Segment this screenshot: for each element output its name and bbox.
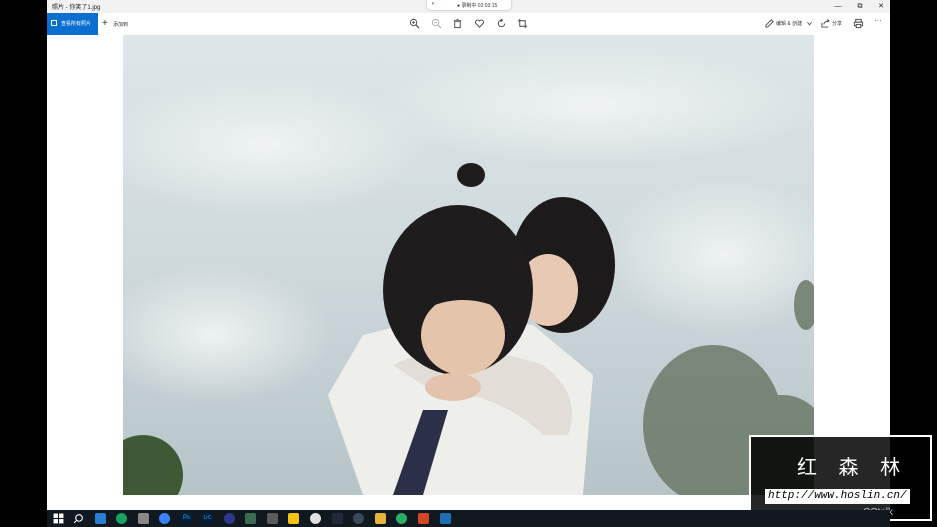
title-bar: 照片 - 你笑了1.jpg ◖ ● 录制中 02:03:15 — ⧉ ✕ — [47, 0, 890, 13]
taskbar: Ps LrC — [47, 510, 890, 527]
lightroom-icon[interactable]: LrC — [202, 513, 213, 524]
folder-icon[interactable] — [375, 513, 386, 524]
wechat-icon[interactable] — [396, 513, 407, 524]
windows-start-icon[interactable] — [53, 513, 64, 524]
app-icon[interactable] — [245, 513, 256, 524]
view-all-photos-button[interactable]: 查看所有照片 — [47, 13, 98, 35]
app-icon[interactable] — [310, 513, 321, 524]
minimize-button[interactable]: — — [831, 1, 845, 12]
app-icon[interactable] — [288, 513, 299, 524]
chrome-icon[interactable] — [159, 513, 170, 524]
print-icon[interactable] — [853, 18, 864, 29]
photos-icon[interactable] — [440, 513, 451, 524]
zoom-in-icon[interactable] — [409, 18, 420, 29]
watermark-url: http://www.hoslin.cn/ — [765, 489, 910, 504]
watermark-title: 红 森 林 — [797, 457, 909, 479]
photo-image — [123, 35, 814, 495]
close-button[interactable]: ✕ — [874, 1, 888, 12]
recording-indicator: ◖ ● 录制中 02:03:15 — [427, 0, 511, 10]
more-options-button[interactable]: ··· — [874, 16, 885, 27]
desktop-screen: 照片 - 你笑了1.jpg ◖ ● 录制中 02:03:15 — ⧉ ✕ 查看所… — [0, 0, 937, 527]
app-icon[interactable] — [332, 513, 343, 524]
crop-icon[interactable] — [517, 18, 528, 29]
app-icon[interactable] — [95, 513, 106, 524]
rotate-icon[interactable] — [496, 18, 507, 29]
app-icon[interactable] — [138, 513, 149, 524]
watermark-overlay: 红 森 林 http://www.hoslin.cn/ CCtalk — [749, 435, 932, 521]
recording-status: ● 录制中 02:03:15 — [457, 3, 498, 9]
maximize-button[interactable]: ⧉ — [853, 1, 867, 12]
app-icon[interactable] — [353, 513, 364, 524]
add-to-label: 添加到 — [113, 22, 129, 28]
browser-icon[interactable] — [116, 513, 127, 524]
app-icon[interactable] — [418, 513, 429, 524]
microphone-icon: ◖ — [431, 1, 435, 7]
edit-create-label: 编辑 & 创建 — [776, 21, 803, 27]
zoom-out-icon[interactable] — [431, 18, 442, 29]
add-to-button[interactable]: + 添加到 — [102, 17, 134, 31]
edit-icon — [765, 19, 774, 28]
favorite-icon[interactable] — [474, 18, 485, 29]
plus-icon: + — [102, 18, 108, 29]
delete-icon[interactable] — [452, 18, 463, 29]
share-label: 分享 — [832, 21, 843, 27]
chevron-down-icon — [807, 21, 812, 26]
edit-create-button[interactable]: 编辑 & 创建 — [765, 18, 815, 30]
share-icon — [821, 19, 830, 28]
photo-toolbar: 查看所有照片 + 添加到 编辑 & 创建 分享 ··· — [47, 13, 890, 35]
search-icon[interactable] — [73, 513, 84, 524]
photos-app-window: 照片 - 你笑了1.jpg ◖ ● 录制中 02:03:15 — ⧉ ✕ 查看所… — [47, 0, 890, 510]
app-icon[interactable] — [224, 513, 235, 524]
app-icon[interactable] — [267, 513, 278, 524]
photoshop-icon[interactable]: Ps — [181, 513, 192, 524]
view-all-photos-label: 查看所有照片 — [61, 21, 92, 27]
photos-icon — [51, 20, 57, 26]
window-title: 照片 - 你笑了1.jpg — [52, 5, 101, 11]
share-button[interactable]: 分享 — [821, 18, 847, 30]
